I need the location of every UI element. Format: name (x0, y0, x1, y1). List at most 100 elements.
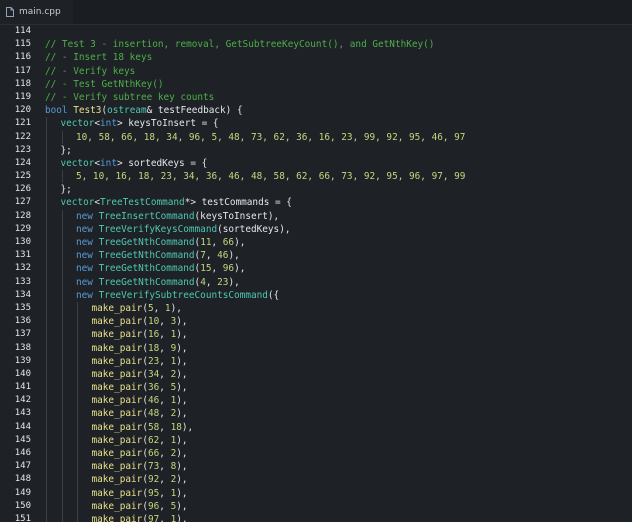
line-number: 137 (14, 329, 31, 340)
code-line[interactable]: 145 make_pair(62, 1), (0, 433, 632, 447)
code-token: TreeGetNthCommand (98, 276, 195, 288)
code-line[interactable]: 141 make_pair(36, 5), (0, 381, 632, 395)
code-line[interactable]: 149 make_pair(95, 1), (0, 486, 632, 500)
code-line[interactable]: 143 make_pair(48, 2), (0, 407, 632, 421)
code-text: new TreeGetNthCommand(4, 23), (76, 276, 240, 289)
code-token: 96 (147, 500, 160, 512)
code-token: , (153, 302, 165, 314)
code-token: ({ (267, 289, 280, 301)
code-line[interactable]: 140 make_pair(34, 2), (0, 367, 632, 382)
code-token: make_pair (91, 408, 143, 420)
line-number: 117 (14, 65, 31, 76)
tab-bar: main.cpp (0, 0, 632, 25)
indent-guide (61, 486, 63, 500)
code-line[interactable]: 125 5, 10, 16, 18, 23, 34, 36, 46, 48, 58… (0, 170, 632, 184)
code-line[interactable]: 129 new TreeVerifyKeysCommand(sortedKeys)… (0, 222, 632, 236)
code-line[interactable]: 114 (0, 25, 632, 38)
code-line[interactable]: 134 new TreeVerifySubtreeCountsCommand({ (0, 288, 632, 302)
line-number: 130 (14, 237, 31, 247)
code-text: new TreeGetNthCommand(11, 66), (76, 236, 245, 249)
code-text: 10, 58, 66, 18, 34, 96, 5, 48, 73, 62, 3… (76, 131, 465, 144)
code-text: make_pair(16, 1), (92, 328, 188, 341)
code-line[interactable]: 118 // - Test GetNthKey() (0, 78, 632, 91)
code-text: make_pair(92, 2), (92, 473, 188, 486)
code-line[interactable]: 142 make_pair(46, 1), (0, 394, 632, 408)
code-line[interactable]: 151 make_pair(97, 1), (0, 512, 632, 522)
code-line[interactable]: 123}; (0, 143, 632, 157)
code-token: make_pair (91, 395, 143, 407)
code-token: new (76, 223, 99, 235)
code-token: 23 (147, 355, 160, 367)
indent-guide (46, 367, 47, 382)
indent-guide (77, 301, 78, 316)
code-line[interactable]: 115 // Test 3 - insertion, removal, GetSu… (0, 38, 632, 51)
code-token: TreeTestCommand (100, 197, 185, 209)
code-token: // - Insert 18 keys (45, 52, 153, 64)
code-token: , (211, 237, 223, 248)
code-line[interactable]: 139 make_pair(23, 1), (0, 354, 632, 368)
line-number: 114 (14, 26, 31, 36)
code-line[interactable]: 133 new TreeGetNthCommand(4, 23), (0, 275, 632, 289)
code-line[interactable]: 132 new TreeGetNthCommand(15, 96), (0, 262, 632, 276)
code-token: & testFeedback) { (146, 105, 243, 117)
line-number: 133 (14, 276, 31, 287)
code-line[interactable]: 130 new TreeGetNthCommand(11, 66), (0, 236, 632, 250)
code-text: make_pair(34, 2), (92, 368, 188, 381)
code-line[interactable]: 135 make_pair(5, 1), (0, 301, 632, 316)
code-token: , (159, 382, 171, 394)
code-token: , (211, 263, 223, 275)
code-token: ), (176, 329, 188, 341)
code-line[interactable]: 120 bool Test3(ostream& testFeedback) { (0, 104, 632, 117)
code-line[interactable]: 144 make_pair(58, 18), (0, 420, 632, 434)
indent-guide (77, 512, 78, 522)
code-token: // Test 3 - insertion, removal, GetSubtr… (45, 39, 435, 51)
code-line[interactable]: 126}; (0, 183, 632, 197)
code-line[interactable]: 124 vector<int> sortedKeys = { (0, 156, 632, 171)
code-line[interactable]: 128 new TreeInsertCommand(keysToInsert), (0, 209, 632, 223)
code-token: make_pair (91, 342, 143, 354)
code-token: ), (170, 302, 182, 314)
indent-guide (46, 156, 47, 171)
indent-guide (61, 288, 63, 302)
code-line[interactable]: 148 make_pair(92, 2), (0, 473, 632, 487)
code-line[interactable]: 146 make_pair(66, 2), (0, 447, 632, 461)
indent-guide (46, 512, 47, 522)
code-token: TreeVerifyKeysCommand (98, 223, 218, 235)
code-token: ), (176, 500, 188, 512)
indent-guide (77, 486, 78, 500)
indent-guide (61, 381, 63, 395)
indent-guide (61, 499, 63, 513)
code-line[interactable]: 127 vector<TreeTestCommand*> testCommands… (0, 196, 632, 210)
code-line[interactable]: 138 make_pair(18, 9), (0, 341, 632, 355)
code-line[interactable]: 136 make_pair(10, 3), (0, 315, 632, 329)
code-line[interactable]: 122 10, 58, 66, 18, 34, 96, 5, 48, 73, 62… (0, 130, 632, 144)
code-line[interactable]: 147 make_pair(73, 8), (0, 460, 632, 474)
code-line[interactable]: 121 vector<int> keysToInsert = { (0, 117, 632, 131)
code-line[interactable]: 150 make_pair(96, 5), (0, 499, 632, 513)
code-token: ), (176, 316, 188, 328)
code-line[interactable]: 117 // - Verify keys (0, 65, 632, 78)
code-text: vector<int> keysToInsert = { (61, 117, 219, 130)
tab-main-cpp[interactable]: main.cpp (0, 0, 73, 24)
code-text: make_pair(5, 1), (92, 302, 182, 315)
code-token: make_pair (91, 329, 143, 341)
code-line[interactable]: 116 // - Insert 18 keys (0, 51, 632, 64)
code-line[interactable]: 119 // - Verify subtree key counts (0, 91, 632, 104)
code-token: bool (45, 105, 74, 117)
indent-guide (61, 222, 63, 236)
code-token: 97 (147, 513, 160, 522)
code-token: make_pair (91, 448, 143, 459)
indent-guide (77, 367, 78, 382)
code-token: 62 (147, 434, 160, 446)
code-token: vector (60, 197, 95, 209)
line-number: 126 (14, 184, 31, 195)
code-token: ), (176, 355, 188, 367)
code-line[interactable]: 137 make_pair(16, 1), (0, 328, 632, 342)
indent-guide (61, 447, 63, 461)
code-token: ), (176, 382, 188, 394)
line-number: 120 (14, 105, 31, 116)
code-area[interactable]: 114 115 // Test 3 - insertion, removal, Ge… (0, 25, 632, 522)
code-text: make_pair(58, 18), (92, 421, 194, 434)
code-line[interactable]: 131 new TreeGetNthCommand(7, 46), (0, 249, 632, 263)
indent-guide (46, 447, 47, 461)
